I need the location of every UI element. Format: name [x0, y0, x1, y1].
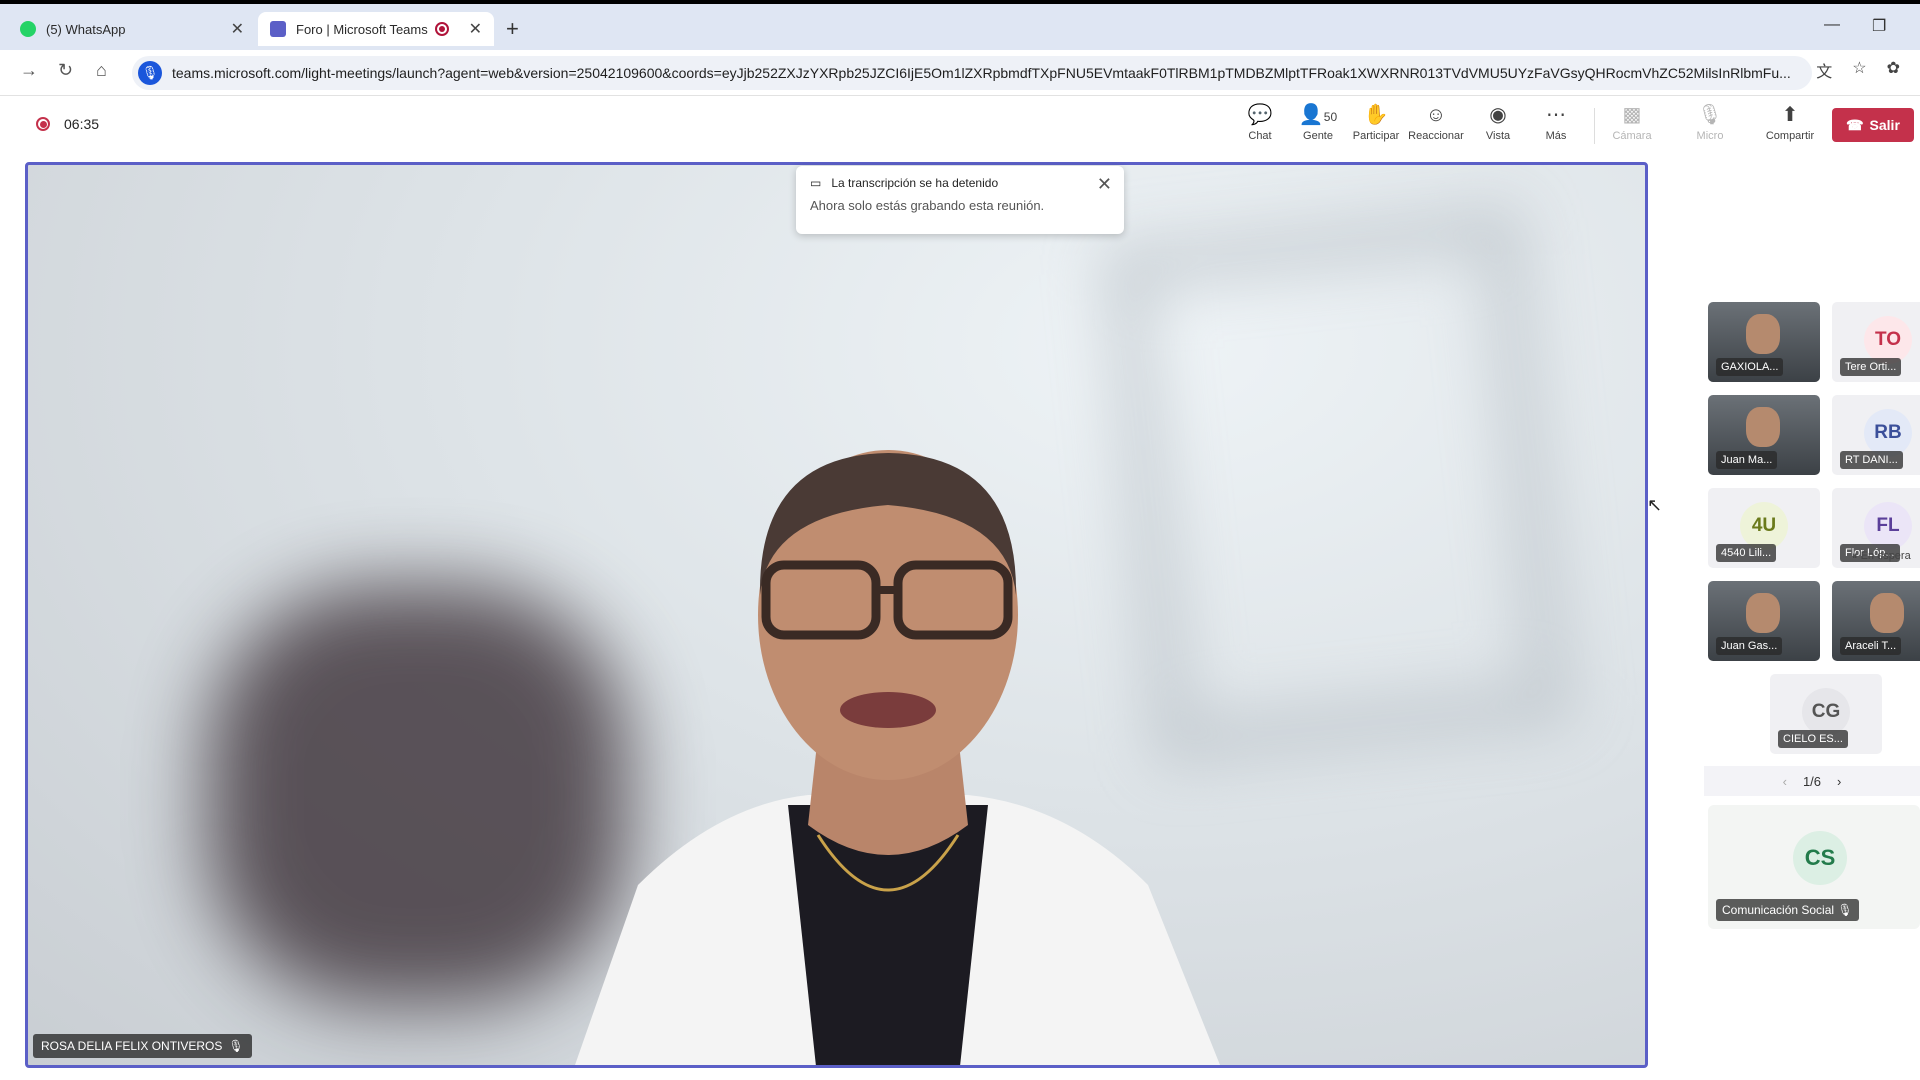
avatar: FL [1864, 502, 1912, 550]
participant-name: RT DANI... [1840, 451, 1903, 469]
url-field[interactable]: 🎙 teams.microsoft.com/light-meetings/lau… [132, 56, 1812, 90]
page-indicator: 1/6 [1802, 773, 1822, 789]
mic-site-icon[interactable]: 🎙 [138, 61, 162, 85]
mic-off-icon: 🎙 [1697, 104, 1723, 126]
participant-name: Tere Orti... [1840, 358, 1902, 376]
participant-tile[interactable]: TO Tere Orti... [1832, 302, 1920, 382]
avatar: CS [1793, 831, 1847, 885]
reload-icon[interactable]: ↻ [58, 60, 73, 81]
transcription-notification: ▭ La transcripción se ha detenido Ahora … [796, 166, 1124, 234]
bookmark-star-icon[interactable]: ☆ [1852, 58, 1866, 82]
mouse-cursor-icon: ↖ [1647, 495, 1663, 515]
camera-off-icon: ▩ [1622, 104, 1642, 126]
notification-message: Ahora solo estás grabando esta reunión. [810, 198, 1045, 213]
home-icon[interactable]: ⌂ [96, 60, 107, 81]
participant-video [1870, 593, 1904, 633]
participant-name: Juan Ma... [1716, 451, 1778, 469]
participant-name: Juan Gas... [1716, 637, 1783, 655]
participant-tile[interactable]: Juan Ma... [1708, 395, 1820, 475]
smile-icon: ☺ [1425, 104, 1447, 126]
extension-icon[interactable]: ✿ [1887, 58, 1900, 82]
meeting-timer: 06:35 [64, 116, 100, 132]
translate-icon[interactable]: 文 [1816, 58, 1832, 82]
captions-icon: ▭ [810, 176, 822, 190]
participant-name: CIELO ES... [1778, 730, 1848, 748]
participant-video [1746, 593, 1780, 633]
react-button[interactable]: ☺ Reaccionar [1408, 102, 1464, 142]
speaker-name-tag: ROSA DELIA FELIX ONTIVEROS 🎙 [33, 1034, 252, 1058]
view-icon: ◉ [1489, 104, 1507, 126]
close-icon[interactable]: ✕ [231, 19, 244, 39]
teams-icon [270, 21, 286, 37]
minimize-icon[interactable]: — [1824, 16, 1840, 34]
participant-name: Araceli T... [1840, 637, 1902, 655]
hang-up-icon: ☎ [1846, 116, 1864, 133]
mic-icon: 🎙 [228, 1039, 244, 1053]
leave-button[interactable]: ☎ Salir [1832, 108, 1914, 142]
participant-name: Comunicación Social 🎙 [1716, 899, 1859, 921]
participant-tile-featured[interactable]: CS Comunicación Social 🎙 [1708, 805, 1920, 929]
gallery-pager: ‹ 1/6 › [1704, 766, 1920, 796]
chevron-left-icon[interactable]: ‹ [1783, 774, 1787, 789]
participant-tile[interactable]: 4U 4540 Lili... [1708, 488, 1820, 568]
tab-teams[interactable]: Foro | Microsoft Teams ✕ [258, 12, 494, 46]
participant-name: 4540 Lili... [1716, 544, 1777, 562]
avatar: CG [1802, 688, 1850, 736]
more-button[interactable]: ⋯ Más [1528, 102, 1584, 142]
chevron-right-icon[interactable]: › [1837, 774, 1841, 789]
people-count: 50 [1323, 110, 1338, 124]
camera-button[interactable]: ▩ Cámara [1604, 102, 1660, 142]
share-button[interactable]: ⬆ Compartir [1762, 102, 1818, 142]
new-tab-icon[interactable]: + [506, 16, 519, 42]
close-icon[interactable]: ✕ [469, 19, 482, 39]
participant-video [1746, 407, 1780, 447]
participant-tile[interactable]: Juan Gas... [1708, 581, 1820, 661]
restore-icon[interactable]: ❐ [1872, 16, 1886, 36]
participant-tile[interactable]: GAXIOLA... [1708, 302, 1820, 382]
participant-name: GAXIOLA... [1716, 358, 1784, 376]
address-bar: → ↻ ⌂ 🎙 teams.microsoft.com/light-meetin… [0, 50, 1920, 96]
raise-hand-button[interactable]: ✋ Participar [1348, 102, 1404, 142]
more-icon: ⋯ [1546, 104, 1566, 126]
close-icon[interactable]: ✕ [1097, 174, 1112, 195]
notification-title: La transcripción se ha detenido [831, 176, 999, 190]
mic-button[interactable]: 🎙 Micro [1682, 102, 1738, 142]
participant-tile[interactable]: CG CIELO ES... [1770, 674, 1882, 754]
people-button[interactable]: 👤50 Gente [1290, 102, 1346, 142]
participant-video [1746, 314, 1780, 354]
avatar: RB [1864, 409, 1912, 457]
forward-icon[interactable]: → [20, 60, 38, 81]
whatsapp-icon [20, 21, 36, 37]
recording-icon [36, 117, 50, 131]
participant-tile[interactable]: RB RT DANI... [1832, 395, 1920, 475]
chat-button[interactable]: 💬 Chat [1232, 102, 1288, 142]
tab-whatsapp[interactable]: (5) WhatsApp ✕ [8, 12, 256, 46]
url-text[interactable]: teams.microsoft.com/light-meetings/launc… [172, 65, 1812, 81]
participant-tile[interactable]: Araceli T... [1832, 581, 1920, 661]
main-video-stage[interactable]: ROSA DELIA FELIX ONTIVEROS 🎙 [25, 162, 1648, 1068]
chat-icon: 💬 [1247, 104, 1273, 126]
browser-tab-bar: (5) WhatsApp ✕ Foro | Microsoft Teams ✕ … [0, 0, 1920, 50]
tab-title: (5) WhatsApp [46, 21, 126, 37]
recording-icon [434, 22, 449, 36]
speaker-video [575, 450, 1220, 1065]
tab-title: Foro | Microsoft Teams [296, 21, 428, 37]
avatar: 4U [1740, 502, 1788, 550]
screen: (5) WhatsApp ✕ Foro | Microsoft Teams ✕ … [0, 0, 1920, 1080]
toolbar-divider [1594, 108, 1595, 144]
view-button[interactable]: ◉ Vista [1470, 102, 1526, 142]
avatar: TO [1864, 316, 1912, 364]
waiting-label: ⏸ En espera [1852, 550, 1911, 562]
raise-hand-icon: ✋ [1363, 104, 1389, 126]
people-icon: 👤50 [1298, 104, 1338, 126]
share-icon: ⬆ [1781, 104, 1799, 126]
meeting-toolbar: 06:35 💬 Chat 👤50 Gente ✋ Participar ☺ Re… [0, 96, 1920, 158]
